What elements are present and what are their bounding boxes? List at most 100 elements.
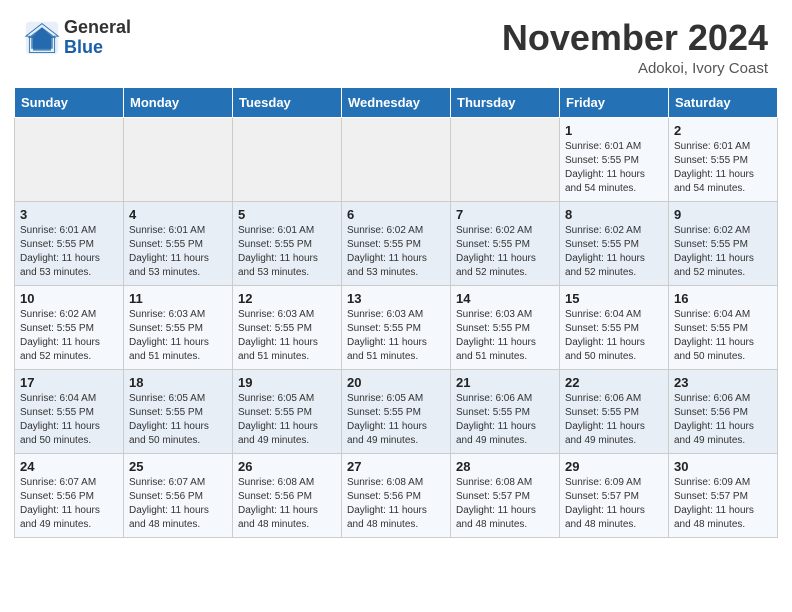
calendar-cell (233, 117, 342, 201)
calendar-cell: 10Sunrise: 6:02 AM Sunset: 5:55 PM Dayli… (15, 285, 124, 369)
day-info: Sunrise: 6:08 AM Sunset: 5:56 PM Dayligh… (238, 476, 336, 532)
day-number: 1 (565, 123, 663, 138)
calendar-cell: 13Sunrise: 6:03 AM Sunset: 5:55 PM Dayli… (342, 285, 451, 369)
day-number: 5 (238, 207, 336, 222)
day-info: Sunrise: 6:02 AM Sunset: 5:55 PM Dayligh… (456, 224, 554, 280)
calendar-cell: 21 Sunrise: 6:06 AM Sunset: 5:55 PM Dayli… (451, 369, 560, 453)
day-number: 4 (129, 207, 227, 222)
calendar-cell: 16 Sunrise: 6:04 AM Sunset: 5:55 PM Dayli… (669, 285, 778, 369)
day-number: 15 (565, 291, 663, 306)
day-info: Sunrise: 6:06 AM Sunset: 5:55 PM Dayligh… (456, 392, 554, 448)
day-info: Sunrise: 6:07 AM Sunset: 5:56 PM Dayligh… (20, 476, 118, 532)
calendar-body: 1 Sunrise: 6:01 AM Sunset: 5:55 PM Daylig… (15, 117, 778, 537)
day-number: 26 (238, 459, 336, 474)
calendar-cell: 7 Sunrise: 6:02 AM Sunset: 5:55 PM Daylig… (451, 201, 560, 285)
weekday-header-thursday: Thursday (451, 87, 560, 117)
calendar-cell: 4 Sunrise: 6:01 AM Sunset: 5:55 PM Daylig… (124, 201, 233, 285)
day-number: 17 (20, 375, 118, 390)
day-number: 28 (456, 459, 554, 474)
day-number: 21 (456, 375, 554, 390)
calendar-cell: 29Sunrise: 6:09 AM Sunset: 5:57 PM Dayli… (560, 453, 669, 537)
day-number: 2 (674, 123, 772, 138)
day-number: 16 (674, 291, 772, 306)
calendar-cell: 5 Sunrise: 6:01 AM Sunset: 5:55 PM Daylig… (233, 201, 342, 285)
calendar-cell: 8 Sunrise: 6:02 AM Sunset: 5:55 PM Daylig… (560, 201, 669, 285)
calendar-cell: 30Sunrise: 6:09 AM Sunset: 5:57 PM Dayli… (669, 453, 778, 537)
calendar-table: SundayMondayTuesdayWednesdayThursdayFrid… (14, 87, 778, 538)
day-info: Sunrise: 6:01 AM Sunset: 5:55 PM Dayligh… (674, 140, 772, 196)
calendar-cell: 22Sunrise: 6:06 AM Sunset: 5:55 PM Dayli… (560, 369, 669, 453)
calendar-week-5: 24 Sunrise: 6:07 AM Sunset: 5:56 PM Dayli… (15, 453, 778, 537)
day-info: Sunrise: 6:09 AM Sunset: 5:57 PM Dayligh… (565, 476, 663, 532)
day-info: Sunrise: 6:02 AM Sunset: 5:55 PM Dayligh… (565, 224, 663, 280)
logo-text: General Blue (64, 18, 131, 58)
calendar-cell: 20 Sunrise: 6:05 AM Sunset: 5:55 PM Dayli… (342, 369, 451, 453)
day-number: 20 (347, 375, 445, 390)
calendar-cell: 1 Sunrise: 6:01 AM Sunset: 5:55 PM Daylig… (560, 117, 669, 201)
weekday-header-sunday: Sunday (15, 87, 124, 117)
calendar-week-2: 3Sunrise: 6:01 AM Sunset: 5:55 PM Daylig… (15, 201, 778, 285)
calendar-week-1: 1 Sunrise: 6:01 AM Sunset: 5:55 PM Daylig… (15, 117, 778, 201)
page: General Blue November 2024 Adokoi, Ivory… (0, 0, 792, 552)
day-number: 27 (347, 459, 445, 474)
day-number: 6 (347, 207, 445, 222)
calendar-cell: 28 Sunrise: 6:08 AM Sunset: 5:57 PM Dayli… (451, 453, 560, 537)
day-number: 25 (129, 459, 227, 474)
title-block: November 2024 Adokoi, Ivory Coast (502, 18, 768, 77)
day-number: 22 (565, 375, 663, 390)
day-info: Sunrise: 6:05 AM Sunset: 5:55 PM Dayligh… (238, 392, 336, 448)
day-number: 12 (238, 291, 336, 306)
calendar-cell: 9 Sunrise: 6:02 AM Sunset: 5:55 PM Daylig… (669, 201, 778, 285)
weekday-row: SundayMondayTuesdayWednesdayThursdayFrid… (15, 87, 778, 117)
day-info: Sunrise: 6:06 AM Sunset: 5:56 PM Dayligh… (674, 392, 772, 448)
day-info: Sunrise: 6:02 AM Sunset: 5:55 PM Dayligh… (347, 224, 445, 280)
weekday-header-tuesday: Tuesday (233, 87, 342, 117)
calendar-cell (15, 117, 124, 201)
weekday-header-saturday: Saturday (669, 87, 778, 117)
day-info: Sunrise: 6:08 AM Sunset: 5:57 PM Dayligh… (456, 476, 554, 532)
day-number: 14 (456, 291, 554, 306)
day-number: 7 (456, 207, 554, 222)
logo-blue-text: Blue (64, 38, 131, 58)
calendar-cell: 2 Sunrise: 6:01 AM Sunset: 5:55 PM Daylig… (669, 117, 778, 201)
day-info: Sunrise: 6:04 AM Sunset: 5:55 PM Dayligh… (565, 308, 663, 364)
day-info: Sunrise: 6:01 AM Sunset: 5:55 PM Dayligh… (20, 224, 118, 280)
calendar-cell: 11Sunrise: 6:03 AM Sunset: 5:55 PM Dayli… (124, 285, 233, 369)
day-info: Sunrise: 6:08 AM Sunset: 5:56 PM Dayligh… (347, 476, 445, 532)
day-info: Sunrise: 6:03 AM Sunset: 5:55 PM Dayligh… (238, 308, 336, 364)
day-number: 24 (20, 459, 118, 474)
calendar-cell: 17Sunrise: 6:04 AM Sunset: 5:55 PM Dayli… (15, 369, 124, 453)
day-info: Sunrise: 6:01 AM Sunset: 5:55 PM Dayligh… (129, 224, 227, 280)
day-info: Sunrise: 6:05 AM Sunset: 5:55 PM Dayligh… (347, 392, 445, 448)
calendar-cell (124, 117, 233, 201)
weekday-header-monday: Monday (124, 87, 233, 117)
calendar-cell: 25Sunrise: 6:07 AM Sunset: 5:56 PM Dayli… (124, 453, 233, 537)
location-title: Adokoi, Ivory Coast (502, 60, 768, 77)
logo-general-text: General (64, 18, 131, 38)
month-title: November 2024 (502, 18, 768, 58)
calendar-wrap: SundayMondayTuesdayWednesdayThursdayFrid… (0, 87, 792, 552)
calendar-cell: 18Sunrise: 6:05 AM Sunset: 5:55 PM Dayli… (124, 369, 233, 453)
day-number: 18 (129, 375, 227, 390)
calendar-cell: 24 Sunrise: 6:07 AM Sunset: 5:56 PM Dayli… (15, 453, 124, 537)
calendar-cell: 12 Sunrise: 6:03 AM Sunset: 5:55 PM Dayli… (233, 285, 342, 369)
calendar-cell: 23Sunrise: 6:06 AM Sunset: 5:56 PM Dayli… (669, 369, 778, 453)
day-number: 8 (565, 207, 663, 222)
calendar-week-4: 17Sunrise: 6:04 AM Sunset: 5:55 PM Dayli… (15, 369, 778, 453)
day-info: Sunrise: 6:04 AM Sunset: 5:55 PM Dayligh… (674, 308, 772, 364)
day-number: 10 (20, 291, 118, 306)
calendar-cell: 27 Sunrise: 6:08 AM Sunset: 5:56 PM Dayli… (342, 453, 451, 537)
day-info: Sunrise: 6:03 AM Sunset: 5:55 PM Dayligh… (347, 308, 445, 364)
day-info: Sunrise: 6:03 AM Sunset: 5:55 PM Dayligh… (129, 308, 227, 364)
day-info: Sunrise: 6:02 AM Sunset: 5:55 PM Dayligh… (674, 224, 772, 280)
weekday-header-wednesday: Wednesday (342, 87, 451, 117)
day-info: Sunrise: 6:03 AM Sunset: 5:55 PM Dayligh… (456, 308, 554, 364)
weekday-header-friday: Friday (560, 87, 669, 117)
calendar-cell: 6 Sunrise: 6:02 AM Sunset: 5:55 PM Daylig… (342, 201, 451, 285)
day-info: Sunrise: 6:09 AM Sunset: 5:57 PM Dayligh… (674, 476, 772, 532)
day-info: Sunrise: 6:01 AM Sunset: 5:55 PM Dayligh… (238, 224, 336, 280)
header: General Blue November 2024 Adokoi, Ivory… (0, 0, 792, 87)
logo: General Blue (24, 18, 131, 58)
day-number: 9 (674, 207, 772, 222)
day-info: Sunrise: 6:01 AM Sunset: 5:55 PM Dayligh… (565, 140, 663, 196)
